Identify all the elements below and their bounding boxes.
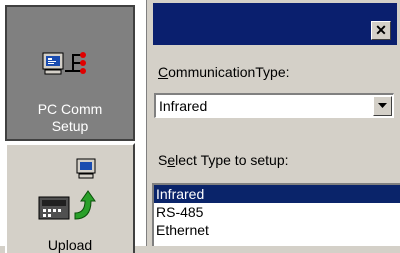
select-type-label: Select Type to setup:	[158, 152, 289, 168]
device-upload-icon	[37, 157, 107, 232]
list-item-ethernet[interactable]: Ethernet	[154, 221, 400, 239]
sidebar: PC Comm Setup Upload	[0, 0, 146, 253]
close-button[interactable]: ✕	[371, 21, 391, 40]
sidebar-item-label: Upload	[47, 237, 93, 253]
setup-dialog: ✕ CommunicationType: Infrared Select Typ…	[150, 0, 400, 246]
communication-type-value: Infrared	[159, 98, 208, 114]
communication-type-select[interactable]: Infrared	[154, 93, 394, 118]
dropdown-button[interactable]	[373, 96, 392, 116]
pc-network-icon	[41, 51, 101, 96]
setup-type-list[interactable]: Infrared RS-485 Ethernet	[152, 183, 400, 246]
close-icon: ✕	[375, 22, 387, 38]
list-item-rs485[interactable]: RS-485	[154, 203, 400, 221]
dialog-titlebar: ✕	[153, 3, 397, 45]
sidebar-item-label: PC Comm Setup	[37, 101, 103, 134]
list-item-infrared[interactable]: Infrared	[154, 185, 400, 203]
chevron-down-icon	[378, 103, 387, 108]
communication-type-label: CommunicationType:	[158, 64, 290, 80]
sidebar-item-pc-comm-setup[interactable]: PC Comm Setup	[5, 5, 135, 141]
sidebar-item-upload[interactable]: Upload	[5, 143, 135, 253]
